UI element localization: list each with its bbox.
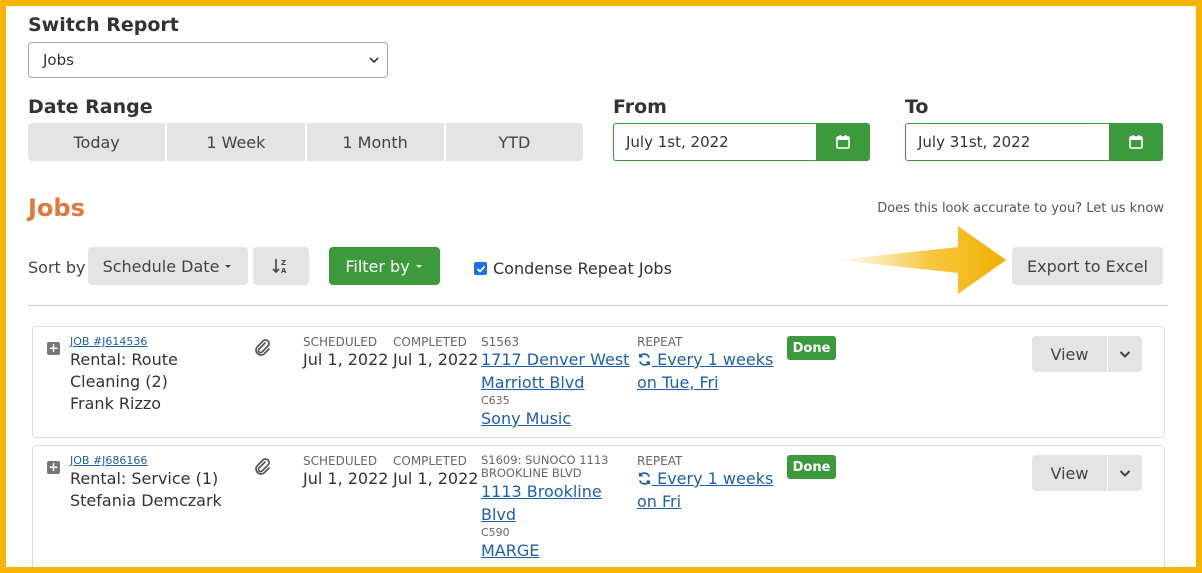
scheduled-date: Jul 1, 2022 (303, 350, 389, 369)
job-line: Rental: Route (70, 350, 178, 369)
status-badge: Done (787, 336, 836, 360)
completed-label: COMPLETED (393, 335, 467, 349)
status-badge: Done (787, 455, 836, 479)
from-label: From (613, 96, 667, 118)
repeat-days: on Tue, Fri (637, 373, 719, 392)
repeat-line: Every 1 weeks (637, 467, 773, 490)
chevron-down-icon (1119, 351, 1131, 358)
report-select-value: Jobs (43, 51, 74, 69)
view-button[interactable]: View (1032, 455, 1107, 491)
site-address-line: Blvd (481, 505, 517, 524)
site-address-line: 1717 Denver West (481, 350, 630, 369)
date-range-label: Date Range (28, 96, 153, 118)
to-calendar-button[interactable] (1109, 123, 1163, 161)
scheduled-label: SCHEDULED (303, 335, 378, 349)
customer-link[interactable]: Sony Music (481, 407, 571, 430)
caret-down-icon (415, 265, 422, 268)
scheduled-date: Jul 1, 2022 (303, 469, 389, 488)
checkmark-icon (476, 265, 485, 273)
filter-by-button[interactable]: Filter by (329, 247, 440, 285)
range-today-button[interactable]: Today (28, 123, 168, 161)
export-to-excel-button[interactable]: Export to Excel (1012, 247, 1163, 285)
condense-label: Condense Repeat Jobs (493, 259, 672, 278)
chevron-down-icon (1119, 470, 1131, 477)
sort-by-label: Sort by (28, 258, 86, 277)
range-1-week-button[interactable]: 1 Week (167, 123, 307, 161)
refresh-icon (638, 353, 651, 366)
sort-direction-button[interactable]: Z A (253, 247, 309, 285)
site-address-link[interactable]: 1717 Denver West Marriott Blvd (481, 348, 629, 394)
calendar-icon (836, 135, 850, 149)
filter-by-label: Filter by (345, 256, 410, 276)
feedback-link[interactable]: Does this look accurate to you? Let us k… (877, 201, 1164, 216)
sort-field-dropdown[interactable]: Schedule Date (88, 247, 248, 285)
scheduled-label: SCHEDULED (303, 454, 378, 468)
view-button[interactable]: View (1032, 336, 1107, 372)
job-card: + JOB #J614536 Rental: Route Cleaning (2… (32, 326, 1165, 438)
sort-order-icon: Z A (272, 259, 287, 274)
repeat-days: on Fri (637, 492, 682, 511)
page-title: Jobs (28, 194, 85, 222)
completed-date: Jul 1, 2022 (393, 350, 479, 369)
sort-field-value: Schedule Date (102, 256, 220, 276)
customer-code: C590 (481, 526, 510, 539)
range-1-month-button[interactable]: 1 Month (306, 123, 446, 161)
calendar-icon (1129, 135, 1143, 149)
job-line: Cleaning (2) (70, 372, 168, 391)
divider (28, 305, 1168, 306)
job-number-link[interactable]: JOB #J686166 (70, 454, 147, 467)
repeat-frequency: Every 1 weeks (657, 469, 774, 488)
completed-label: COMPLETED (393, 454, 467, 468)
site-address-line: 1113 Brookline (481, 482, 602, 501)
to-label: To (905, 96, 929, 118)
switch-report-label: Switch Report (28, 14, 179, 36)
caret-down-icon (225, 265, 232, 268)
chevron-down-icon (369, 57, 379, 64)
site-code: S1563 (481, 335, 520, 349)
job-number-link[interactable]: JOB #J614536 (70, 335, 147, 348)
customer-link[interactable]: MARGE (481, 539, 539, 562)
expand-icon[interactable]: + (47, 342, 60, 355)
report-select[interactable]: Jobs (28, 42, 388, 78)
site-code-line: BROOKLINE BLVD (481, 466, 582, 480)
job-line: Rental: Service (1) (70, 469, 219, 488)
expand-icon[interactable]: + (47, 461, 60, 474)
site-address-link[interactable]: 1113 Brookline Blvd (481, 480, 602, 526)
site-address-line: Marriott Blvd (481, 373, 585, 392)
condense-repeat-toggle[interactable]: Condense Repeat Jobs (474, 259, 672, 278)
site-code: S1609: SUNOCO 1113 BROOKLINE BLVD (481, 454, 608, 480)
repeat-frequency: Every 1 weeks (657, 350, 774, 369)
completed-date: Jul 1, 2022 (393, 469, 479, 488)
svg-text:A: A (281, 267, 287, 274)
to-date-input[interactable]: July 31st, 2022 (905, 123, 1111, 161)
job-line: Frank Rizzo (70, 394, 162, 413)
date-range-segmented: Today 1 Week 1 Month YTD (28, 123, 583, 161)
repeat-schedule-link[interactable]: Every 1 weeks on Tue, Fri (637, 348, 773, 394)
refresh-icon (638, 472, 651, 485)
annotation-arrow-icon (838, 226, 1006, 294)
paperclip-icon[interactable] (253, 337, 271, 357)
job-description: Rental: Route Cleaning (2) Frank Rizzo (70, 349, 178, 415)
repeat-label: REPEAT (637, 335, 683, 349)
from-calendar-button[interactable] (816, 123, 870, 161)
repeat-schedule-link[interactable]: Every 1 weeks on Fri (637, 467, 773, 513)
repeat-line: Every 1 weeks (637, 348, 773, 371)
range-ytd-button[interactable]: YTD (445, 123, 583, 161)
actions-dropdown-button[interactable] (1108, 455, 1142, 491)
svg-text:Z: Z (281, 259, 286, 267)
paperclip-icon[interactable] (253, 456, 271, 476)
job-line: Stefania Demczark (70, 491, 222, 510)
repeat-label: REPEAT (637, 454, 683, 468)
customer-code: C635 (481, 394, 510, 407)
condense-checkbox[interactable] (474, 262, 487, 275)
from-date-input[interactable]: July 1st, 2022 (613, 123, 818, 161)
job-description: Rental: Service (1) Stefania Demczark (70, 468, 222, 512)
job-card: + JOB #J686166 Rental: Service (1) Stefa… (32, 445, 1165, 573)
actions-dropdown-button[interactable] (1108, 336, 1142, 372)
